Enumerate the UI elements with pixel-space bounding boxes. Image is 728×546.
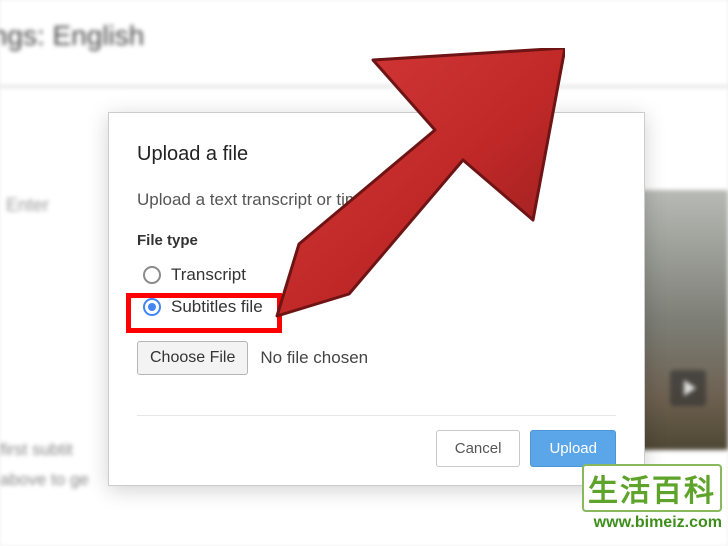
background-footer-line1: first subtit [0,435,89,466]
radio-transcript[interactable]: Transcript [141,263,616,287]
no-file-chosen-label: No file chosen [260,348,368,368]
watermark-url: www.bimeiz.com [582,514,722,532]
background-enter-hint: Enter [6,195,49,216]
cancel-button[interactable]: Cancel [436,430,521,467]
dialog-title: Upload a file [137,143,616,166]
radio-transcript-label: Transcript [171,265,246,285]
dialog-footer: Cancel Upload [137,415,616,467]
background-footer-text: first subtit above to ge [0,435,89,496]
radio-subtitles-label: Subtitles file [171,297,263,317]
choose-file-button[interactable]: Choose File [137,341,248,375]
watermark-title: 生活百科 [582,464,722,512]
upload-button[interactable]: Upload [530,430,616,467]
watermark: 生活百科 www.bimeiz.com [582,464,722,532]
background-video-thumbnail [638,190,728,450]
dialog-instruction: Upload a text transcript or timed [137,190,616,210]
upload-file-dialog: Upload a file Upload a text transcript o… [108,112,645,486]
filetype-radio-group: Transcript Subtitles file [141,263,616,319]
radio-button-icon [143,298,161,316]
play-icon[interactable] [670,370,706,406]
background-footer-line2: above to ge [0,465,89,496]
filetype-label: File type [137,232,616,249]
radio-button-icon [143,266,161,284]
background-header: nings: English [0,0,728,88]
file-chooser-row: Choose File No file chosen [137,341,616,375]
radio-subtitles-file[interactable]: Subtitles file [141,295,616,319]
